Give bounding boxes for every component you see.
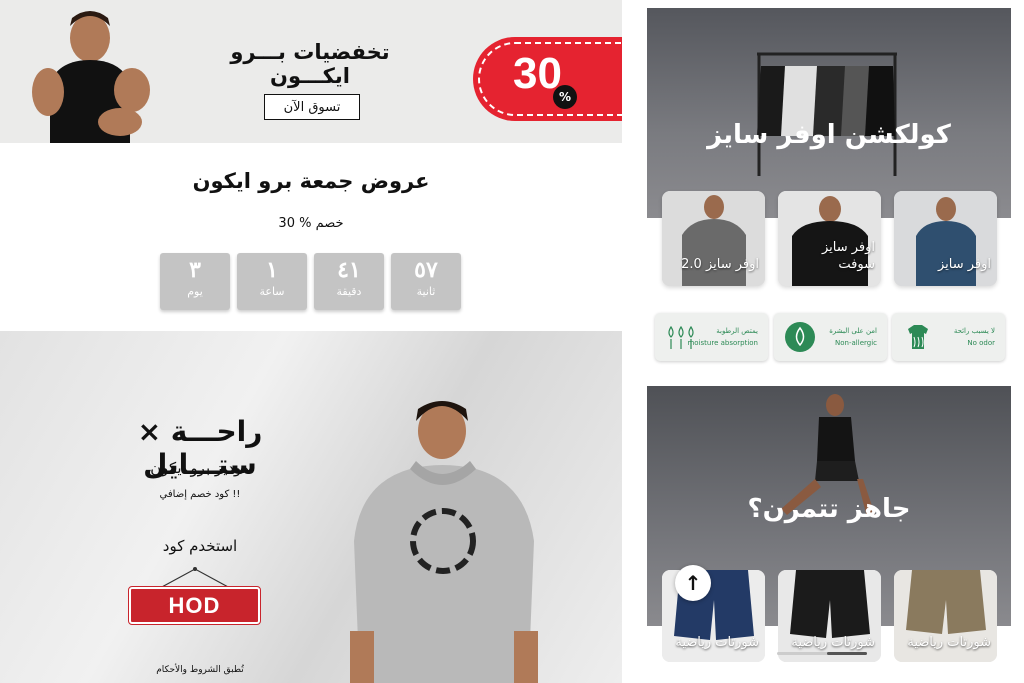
feature-no-odor: لا يسبب رائحة No odor xyxy=(892,313,1005,361)
clothing-rack-image xyxy=(757,52,897,176)
product-label: اوفر سايز xyxy=(937,257,991,273)
moisture-drops-icon xyxy=(668,325,694,349)
promo-banner[interactable]: تخفضيات بـــرو ايكـــون تسوق الآن 30 % xyxy=(0,0,622,143)
terms-text: تُطبق الشروط والأحكام xyxy=(156,665,244,675)
product-label: اوفر سايز سوفت xyxy=(821,240,875,273)
hoodie-model-image xyxy=(350,401,538,683)
oversize-collection[interactable]: كولكشن اوفر سايز اوفر سايز اوفر سايز سوف… xyxy=(647,8,1011,293)
product-card-oversize-2[interactable]: اوفر سايز 2.0 xyxy=(662,191,765,286)
collection-title: كولكشن اوفر سايز xyxy=(707,120,951,150)
percent-icon: % xyxy=(553,85,577,109)
carousel-scrollbar-thumb[interactable] xyxy=(827,652,867,655)
shorts-card[interactable]: شورتات رياضية xyxy=(778,570,881,662)
shop-now-button[interactable]: تسوق الآن xyxy=(264,94,360,120)
extra-discount-text: كود خصم إضافي !! xyxy=(159,489,241,500)
shorts-label: شورتات رياضية xyxy=(675,635,759,651)
leaf-drop-icon xyxy=(785,322,815,352)
promo-title: تخفضيات بـــرو ايكـــون xyxy=(230,40,390,88)
ready-title: جاهز تتمرن؟ xyxy=(747,494,911,524)
discount-tag: 30 % xyxy=(473,37,622,121)
ready-to-train[interactable]: جاهز تتمرن؟ شورتات رياضية شورتات رياضية … xyxy=(647,386,1011,683)
shorts-label: شورتات رياضية xyxy=(907,635,991,651)
countdown-seconds: ٥٧ ثانية xyxy=(391,253,461,310)
black-friday-subtitle: 30 % خصم xyxy=(278,216,344,231)
shirt-odor-icon xyxy=(908,325,928,349)
coupon-code: HOD xyxy=(128,586,261,625)
product-card-oversize[interactable]: اوفر سايز xyxy=(894,191,997,286)
product-label: اوفر سايز 2.0 xyxy=(681,257,759,273)
scroll-up-button[interactable]: ↑ xyxy=(675,565,711,601)
countdown-minutes: ٤١ دقيقة xyxy=(314,253,384,310)
countdown-days: ٣ يوم xyxy=(160,253,230,310)
feature-moisture-absorption: يمتص الرطوبة moisture absorption xyxy=(655,313,768,361)
black-friday-title: عروض جمعة برو ايكون xyxy=(192,169,430,193)
use-code-text: استخدم كود xyxy=(162,537,238,555)
shorts-label: شورتات رياضية xyxy=(791,635,875,651)
black-friday-section: عروض جمعة برو ايكون 30 % خصم ٥٧ ثانية ٤١… xyxy=(0,143,622,331)
countdown-hours: ١ ساعة xyxy=(237,253,307,310)
carousel-scrollbar[interactable] xyxy=(777,652,867,655)
hoodie-subtitle: هوديز برو ايكون xyxy=(150,459,250,477)
shorts-card[interactable]: شورتات رياضية xyxy=(894,570,997,662)
promo-model-image xyxy=(20,4,160,143)
product-card-oversize-soft[interactable]: اوفر سايز سوفت xyxy=(778,191,881,286)
arrow-up-icon: ↑ xyxy=(684,571,702,595)
hoodie-banner[interactable]: راحـــة × ستـــايل هوديز برو ايكون كود خ… xyxy=(0,331,622,683)
hanging-string-icon xyxy=(159,567,231,589)
feature-non-allergic: امن على البشرة Non-allergic xyxy=(774,313,887,361)
